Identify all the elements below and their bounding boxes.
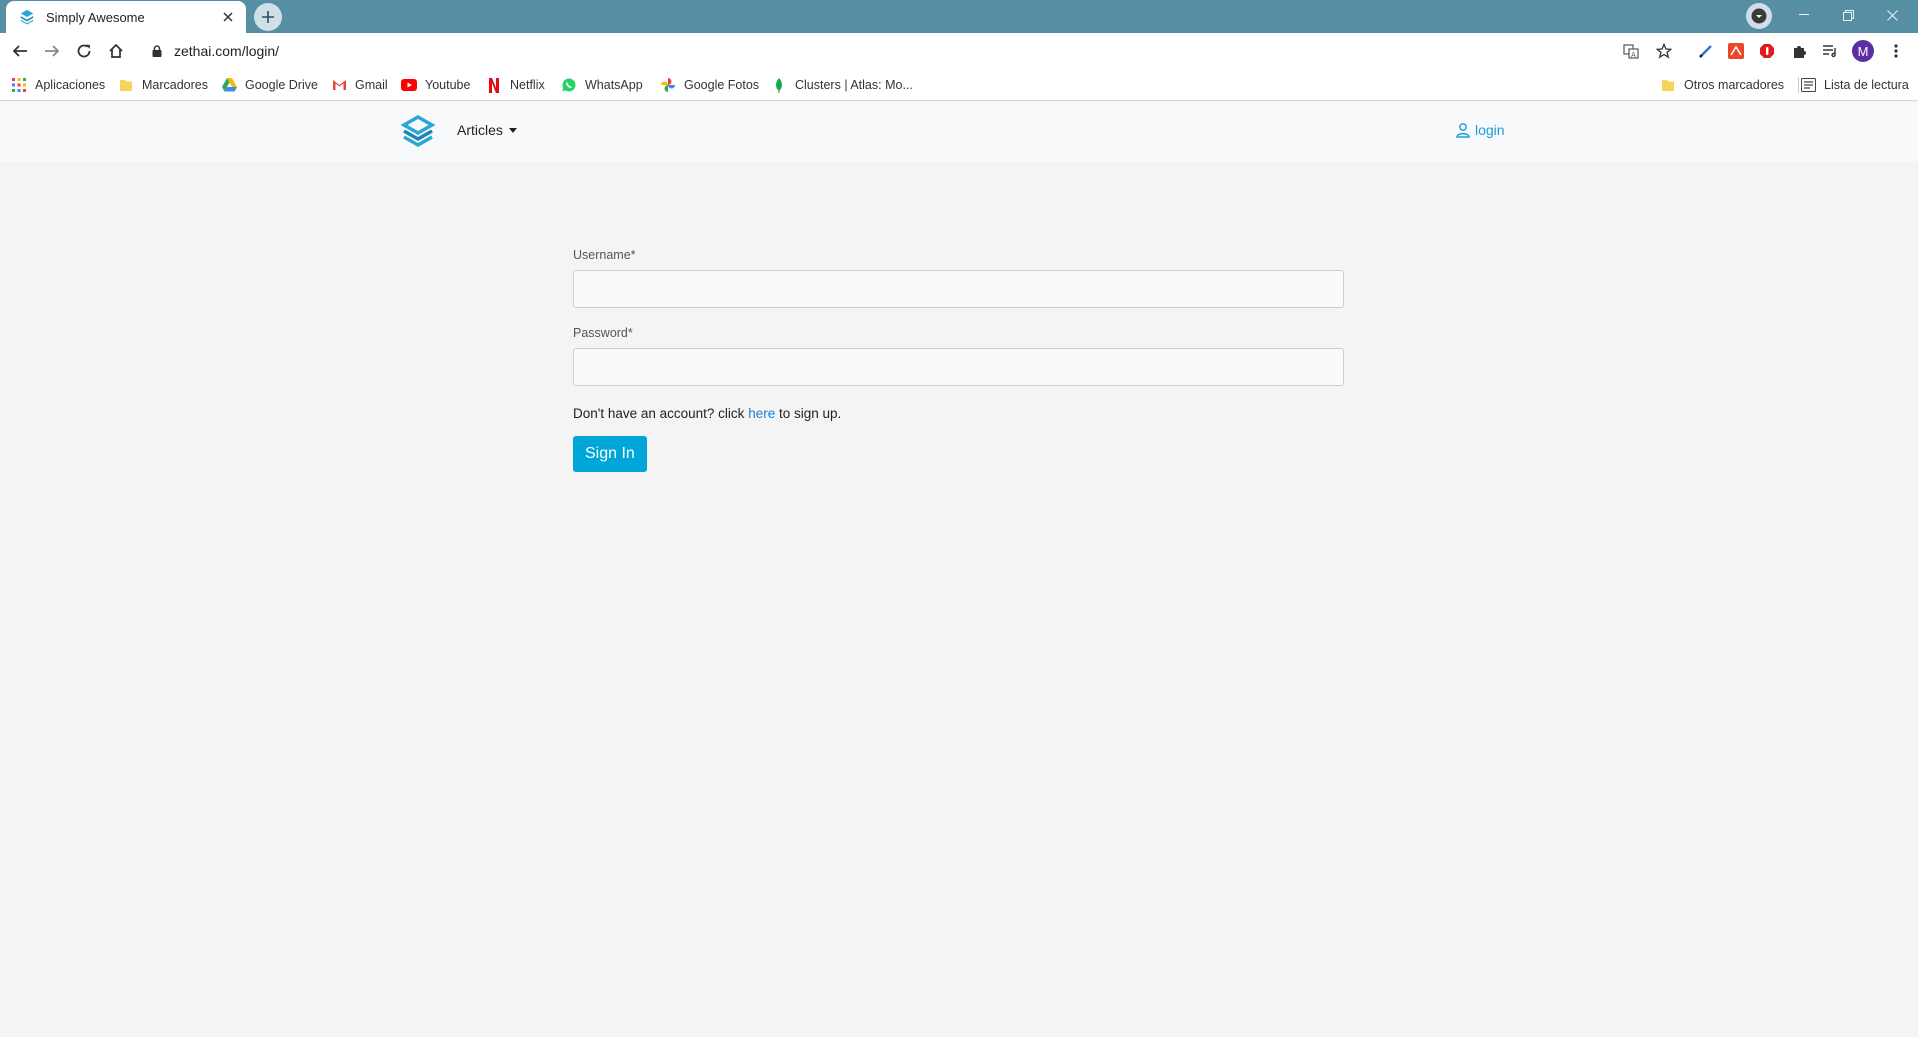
folder-icon: [118, 77, 134, 93]
lock-icon[interactable]: [150, 44, 164, 58]
bookmark-label: Marcadores: [142, 78, 208, 92]
bookmark-gmail[interactable]: Gmail: [331, 69, 388, 101]
profile-avatar[interactable]: M: [1850, 38, 1876, 64]
forward-arrow-icon[interactable]: [38, 37, 66, 65]
reading-list-icon: [1800, 77, 1816, 93]
svg-text:A: A: [1631, 51, 1636, 59]
address-bar[interactable]: zethai.com/login/: [140, 37, 1660, 65]
reload-icon[interactable]: [70, 37, 98, 65]
back-arrow-icon[interactable]: [6, 37, 34, 65]
apps-grid-icon: [11, 77, 27, 93]
browser-toolbar: zethai.com/login/ A M: [0, 33, 1918, 69]
home-icon[interactable]: [102, 37, 130, 65]
username-group: Username*: [573, 248, 1344, 308]
reading-list-icon[interactable]: [1817, 38, 1843, 64]
bookmark-label: Netflix: [510, 78, 545, 92]
site-favicon-icon: [18, 8, 36, 26]
signup-suffix: to sign up.: [775, 406, 842, 421]
bookmark-label: Otros marcadores: [1684, 78, 1785, 92]
site-navbar: Articles login: [0, 102, 1918, 162]
whatsapp-icon: [561, 77, 577, 93]
bookmark-whatsapp[interactable]: WhatsApp: [561, 69, 643, 101]
bookmark-aplicaciones[interactable]: Aplicaciones: [11, 69, 105, 101]
adblock-icon[interactable]: [1754, 38, 1780, 64]
minimize-icon[interactable]: [1782, 0, 1826, 30]
bookmark-netflix[interactable]: Netflix: [486, 69, 545, 101]
url-text: zethai.com/login/: [174, 43, 280, 59]
tab-title: Simply Awesome: [46, 9, 145, 25]
bookmark-lista-de-lectura[interactable]: Lista de lectura: [1800, 69, 1909, 101]
login-form: Username* Password* Don't have an accoun…: [573, 248, 1344, 472]
browser-tab[interactable]: Simply Awesome: [6, 1, 246, 33]
netflix-icon: [486, 77, 502, 93]
username-label: Username*: [573, 248, 636, 262]
translate-icon[interactable]: A: [1618, 38, 1644, 64]
login-link[interactable]: login: [1455, 122, 1505, 138]
kebab-menu-icon[interactable]: [1883, 38, 1909, 64]
password-label: Password*: [573, 326, 633, 340]
bookmarks-bar: Aplicaciones Marcadores Google Drive Gma…: [0, 69, 1918, 101]
site-logo-icon[interactable]: [400, 114, 436, 150]
password-input[interactable]: [573, 348, 1344, 386]
bookmark-label: Google Fotos: [684, 78, 760, 92]
bookmark-divider: [1798, 77, 1799, 93]
username-input[interactable]: [573, 270, 1344, 308]
folder-icon: [1660, 77, 1676, 93]
close-tab-icon[interactable]: [220, 9, 236, 25]
signup-prefix: Don't have an account? click: [573, 406, 749, 421]
tab-search-icon[interactable]: [1746, 3, 1772, 29]
articles-label: Articles: [457, 122, 503, 138]
browser-tab-strip: Simply Awesome: [0, 0, 1918, 33]
bookmark-label: Lista de lectura: [1824, 78, 1909, 92]
login-label: login: [1475, 122, 1505, 138]
bookmark-google-fotos[interactable]: Google Fotos: [660, 69, 759, 101]
bookmark-label: Google Drive: [245, 78, 318, 92]
google-photos-icon: [660, 77, 676, 93]
mongodb-leaf-icon: [771, 77, 787, 93]
bookmark-label: Youtube: [425, 78, 471, 92]
bookmark-label: WhatsApp: [585, 78, 643, 92]
profile-initial: M: [1852, 40, 1874, 62]
pen-extension-icon[interactable]: [1693, 38, 1719, 64]
google-drive-icon: [221, 77, 237, 93]
user-icon: [1455, 122, 1471, 138]
bookmark-clusters-atlas[interactable]: Clusters | Atlas: Mo...: [771, 69, 913, 101]
articles-dropdown[interactable]: Articles: [457, 122, 517, 138]
bookmark-google-drive[interactable]: Google Drive: [221, 69, 318, 101]
bookmark-label: Aplicaciones: [35, 78, 106, 92]
sign-in-button[interactable]: Sign In: [573, 436, 647, 472]
bookmark-marcadores[interactable]: Marcadores: [118, 69, 208, 101]
signup-link[interactable]: here: [748, 406, 775, 421]
signup-prompt: Don't have an account? click here to sig…: [573, 406, 1344, 421]
bookmark-otros-marcadores[interactable]: Otros marcadores: [1660, 69, 1784, 101]
bookmark-label: Clusters | Atlas: Mo...: [795, 78, 913, 92]
bookmark-label: Gmail: [355, 78, 388, 92]
bookmark-youtube[interactable]: Youtube: [401, 69, 470, 101]
youtube-icon: [401, 77, 417, 93]
bookmark-star-icon[interactable]: [1651, 38, 1677, 64]
restore-icon[interactable]: [1826, 0, 1870, 30]
gmail-icon: [331, 77, 347, 93]
new-tab-button[interactable]: [254, 3, 282, 31]
extensions-puzzle-icon[interactable]: [1786, 38, 1812, 64]
password-group: Password*: [573, 326, 1344, 386]
close-window-icon[interactable]: [1870, 0, 1914, 30]
extension-red-icon[interactable]: [1723, 38, 1749, 64]
caret-down-icon: [508, 127, 517, 133]
